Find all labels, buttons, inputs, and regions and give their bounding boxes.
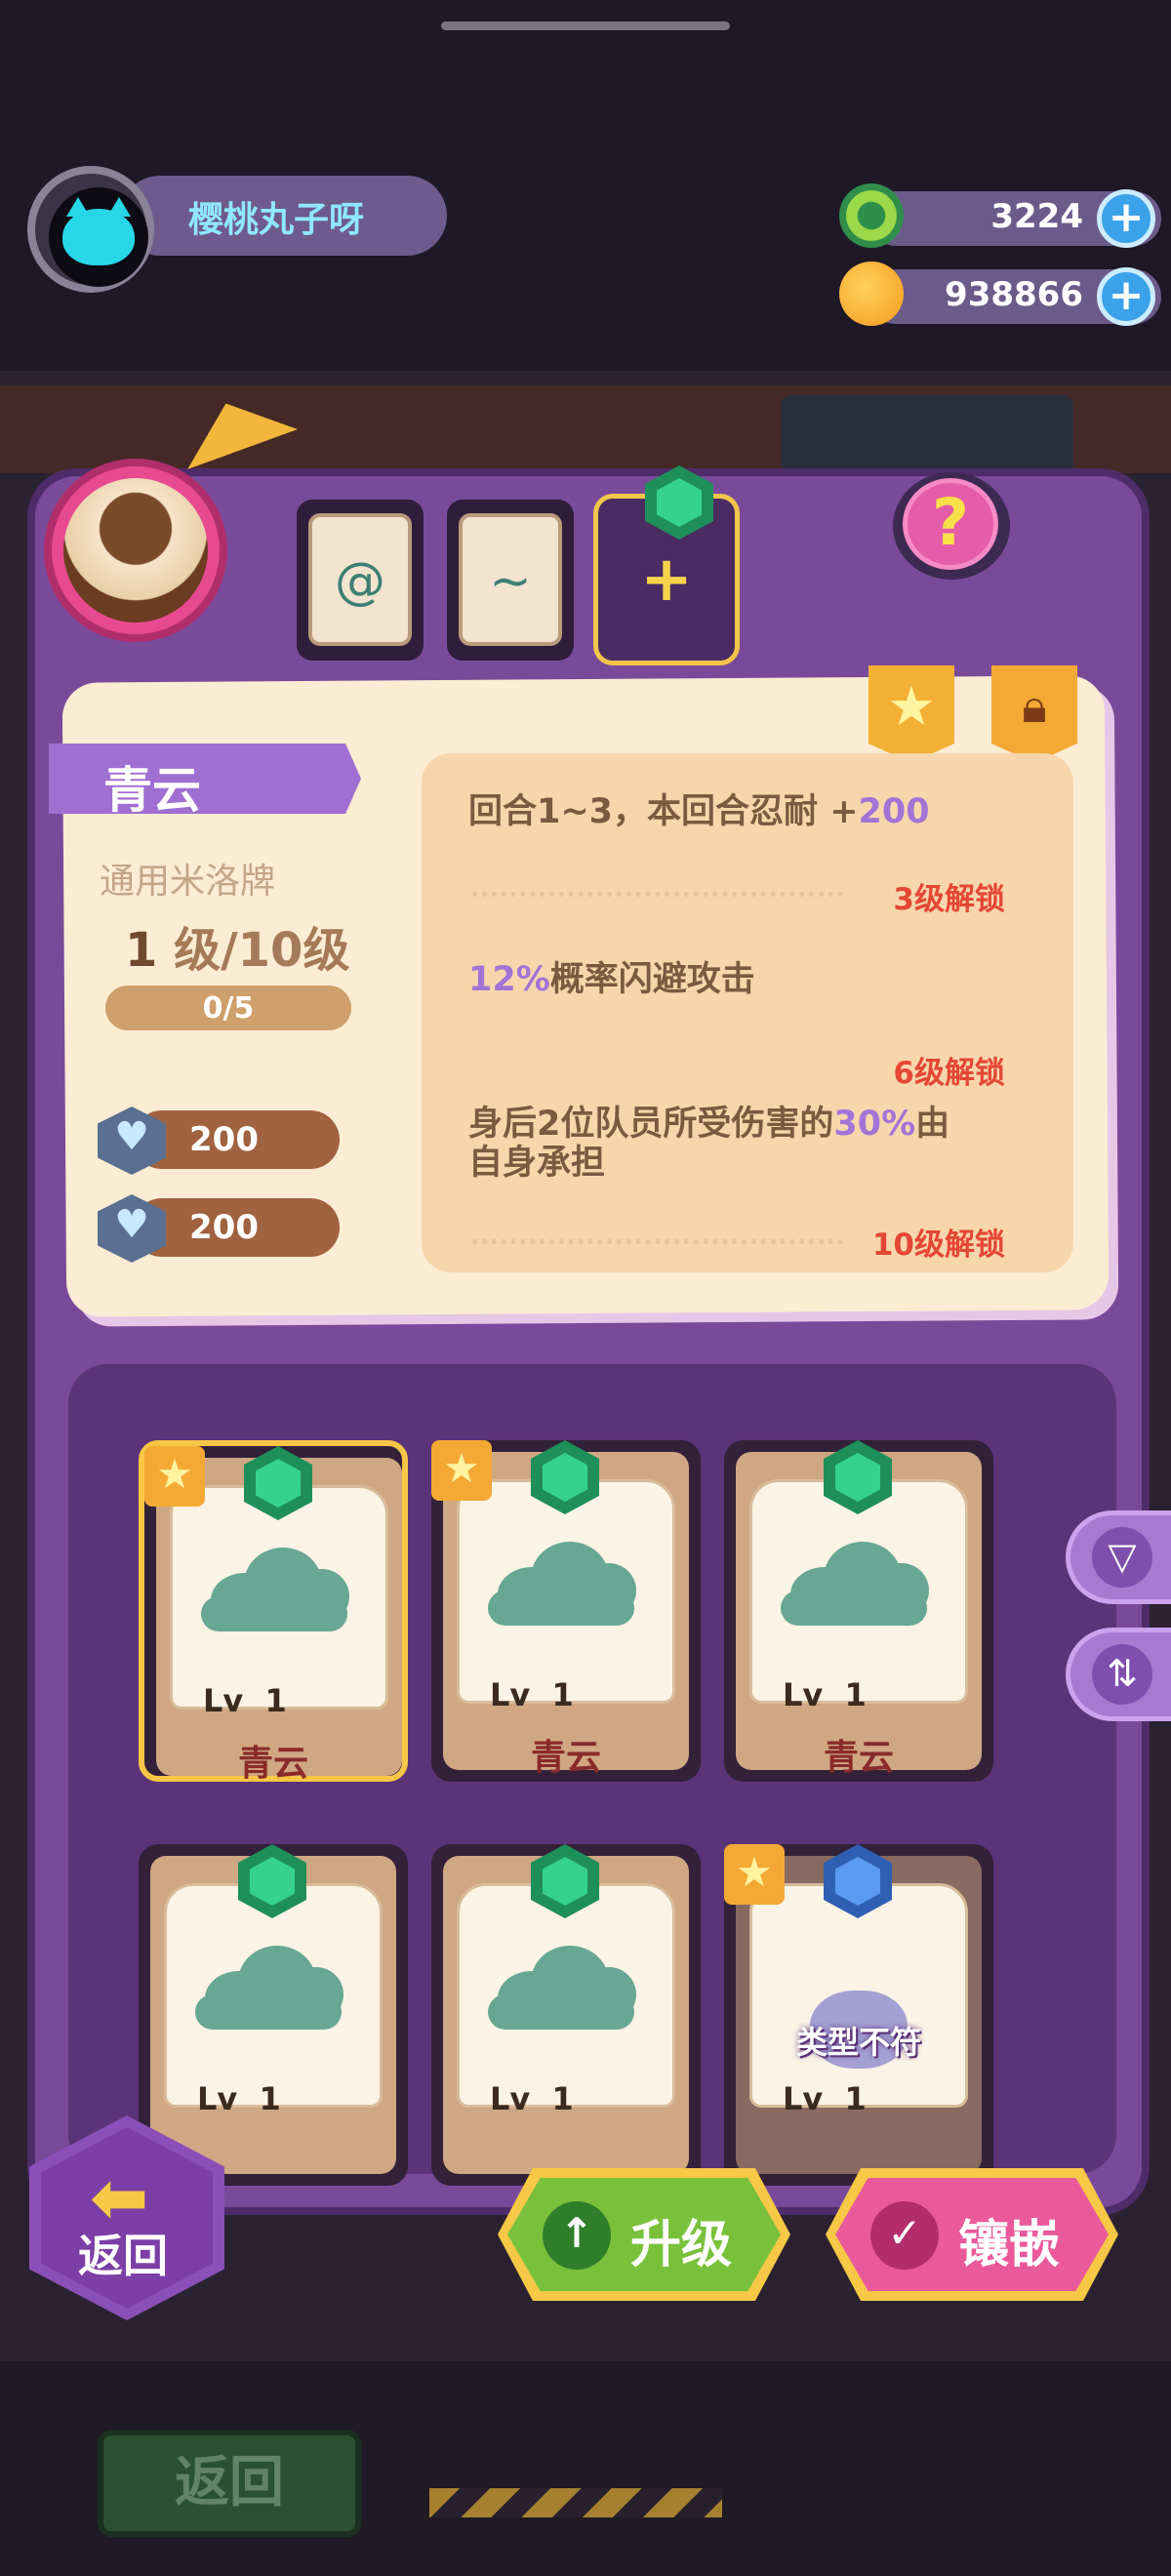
inlay-button[interactable]: ✓ 镶嵌 — [826, 2168, 1118, 2301]
gold-planet-coin-icon — [839, 262, 904, 326]
skill-1-unlock: 3级解锁 — [893, 882, 1005, 917]
up-arrow-icon: ↑ — [543, 2201, 611, 2270]
green-gem-icon — [244, 1446, 312, 1520]
inventory-card[interactable]: Lv 1 青云 — [724, 1440, 993, 1782]
skill-1-text: 回合1~3，本回合忍耐 +200 — [468, 792, 930, 831]
star-badge-icon: ★ — [724, 1844, 785, 1905]
cloud-icon — [488, 1942, 636, 2030]
filter-button[interactable]: ▽ — [1066, 1510, 1171, 1604]
green-gem-icon — [824, 1440, 892, 1514]
player-name-pill: 樱桃丸子呀 — [120, 176, 447, 256]
card-level-label: Lv 1 — [490, 2080, 574, 2117]
card-type: 通用米洛牌 — [100, 862, 276, 902]
add-slot-button[interactable]: + — [593, 465, 740, 665]
player-name: 樱桃丸子呀 — [188, 200, 365, 240]
skill-3-unlock: 10级解锁 — [871, 1228, 1005, 1263]
upgrade-button-label: 升级 — [630, 2216, 733, 2274]
stat-row: 200 — [98, 1107, 340, 1175]
green-ring-coin-icon — [839, 183, 904, 248]
card-name-label: 青云 — [237, 1744, 308, 1784]
currency-gold: 938866 + — [829, 262, 1161, 326]
hero-portrait[interactable] — [44, 459, 227, 642]
card-level: 1 级/10级 — [125, 923, 350, 978]
checkmark-icon: ✓ — [870, 2201, 939, 2270]
card-level-label: Lv 1 — [783, 1676, 867, 1713]
star-icon: ★ — [886, 675, 937, 739]
green-gem-icon — [531, 1440, 599, 1514]
equipped-slot-1[interactable]: @ — [297, 500, 424, 661]
star-badge-icon: ★ — [431, 1440, 492, 1501]
swirl-icon: @ — [335, 552, 385, 611]
stat-row: 200 — [98, 1194, 340, 1263]
sort-icon: ⇅ — [1092, 1644, 1152, 1705]
home-indicator — [441, 21, 730, 30]
level-progress-bar: 0/5 — [105, 986, 351, 1030]
avatar[interactable] — [27, 166, 154, 293]
type-mismatch-label: 类型不符 — [795, 2024, 921, 2061]
favorite-star-button[interactable]: ★ — [868, 665, 954, 763]
lock-icon: 🔒︎ — [1022, 679, 1047, 734]
inventory-card[interactable]: 类型不符 ★ Lv 1 — [724, 1844, 993, 2186]
level-progress-text: 0/5 — [202, 991, 255, 1026]
green-gem-icon — [645, 465, 713, 540]
green-gem-icon — [238, 1844, 306, 1918]
cat-avatar-icon — [62, 197, 135, 265]
card-name-label: 青云 — [530, 1738, 601, 1778]
blue-gem-icon — [824, 1844, 892, 1918]
help-button[interactable]: ? — [893, 472, 1010, 580]
background-bottom: 返回 — [0, 2361, 1171, 2576]
filter-icon: ▽ — [1092, 1527, 1152, 1588]
inventory-card[interactable]: Lv 1 — [431, 1844, 701, 2186]
cloud-icon — [201, 1544, 349, 1631]
skill-2-text: 12%概率闪避攻击 — [468, 960, 755, 999]
cloud-icon — [195, 1942, 343, 2030]
background-back-button: 返回 — [98, 2430, 361, 2537]
skill-list: 回合1~3，本回合忍耐 +200 3级解锁 12%概率闪避攻击 6级解锁 身后2… — [422, 753, 1073, 1272]
add-gold-button[interactable]: + — [1097, 267, 1155, 326]
lock-button[interactable]: 🔒︎ — [991, 665, 1077, 763]
question-icon: ? — [903, 478, 998, 570]
card-level-label: Lv 1 — [783, 2080, 867, 2117]
inventory-card[interactable]: ★ Lv 1 青云 — [139, 1440, 408, 1784]
inventory-card[interactable]: ★ Lv 1 青云 — [431, 1440, 701, 1782]
currency-gems-value: 3224 — [990, 197, 1083, 236]
card-name-label: 青云 — [823, 1738, 894, 1778]
back-button-label: 返回 — [78, 2230, 168, 2282]
add-gems-button[interactable]: + — [1097, 189, 1155, 248]
background-machine — [781, 395, 1073, 473]
green-gem-icon — [531, 1844, 599, 1918]
inlay-button-label: 镶嵌 — [958, 2216, 1061, 2274]
cloud-icon — [781, 1538, 929, 1626]
inventory-card[interactable]: Lv 1 — [139, 1844, 408, 2186]
upgrade-button[interactable]: ↑ 升级 — [498, 2168, 790, 2301]
equipped-slot-2[interactable]: ~ — [447, 500, 574, 661]
currency-gold-value: 938866 — [945, 275, 1083, 314]
card-level-label: Lv 1 — [490, 1676, 574, 1713]
hazard-stripe — [429, 2488, 722, 2517]
skill-2-unlock: 6级解锁 — [893, 1056, 1005, 1091]
cloud-icon — [488, 1538, 636, 1626]
star-badge-icon: ★ — [144, 1446, 205, 1507]
card-level-label: Lv 1 — [203, 1682, 287, 1719]
card-level-label: Lv 1 — [197, 2080, 281, 2117]
card-name: 青云 — [103, 762, 201, 819]
card-name-ribbon: 青云 — [49, 744, 361, 814]
sort-button[interactable]: ⇅ — [1066, 1628, 1171, 1721]
skill-3-text: 身后2位队员所受伤害的30%由 自身承担 — [468, 1105, 950, 1183]
bird-icon: ~ — [489, 552, 532, 611]
currency-gems: 3224 + — [829, 183, 1161, 248]
